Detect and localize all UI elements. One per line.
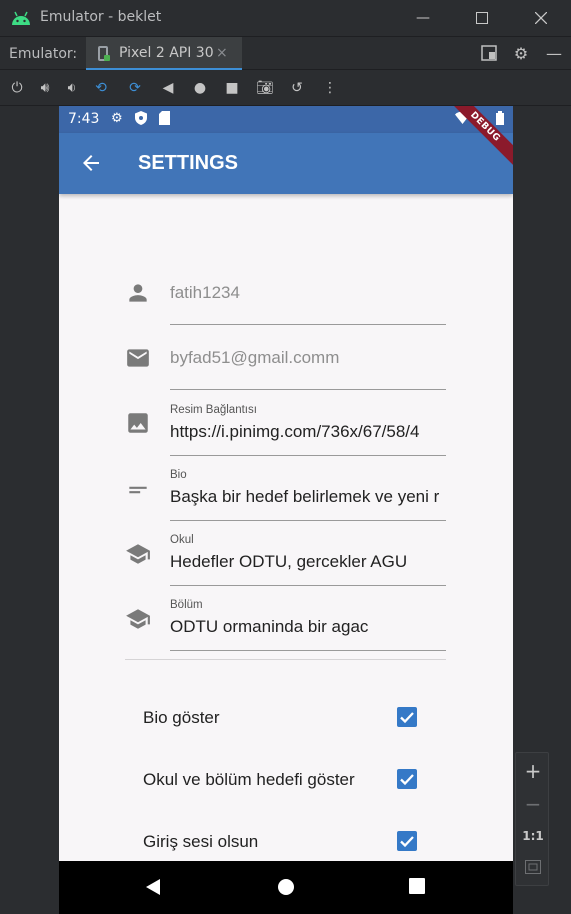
zoom-in-button[interactable]: +	[516, 759, 550, 783]
checkbox[interactable]	[397, 769, 417, 789]
one-to-one-button[interactable]: 1:1	[516, 829, 550, 843]
email-value: byfad51@gmail.comm	[170, 348, 340, 367]
android-nav-bar	[59, 861, 513, 914]
checkbox[interactable]	[397, 831, 417, 851]
image-link-label: Resim Bağlantısı	[170, 404, 257, 416]
hide-panel-icon[interactable]: —	[545, 45, 563, 63]
sdcard-status-icon	[159, 111, 170, 129]
nav-home-icon[interactable]	[277, 878, 295, 896]
checkbox[interactable]	[397, 707, 417, 727]
school-icon	[126, 544, 150, 564]
bio-label: Bio	[170, 469, 187, 481]
bio-underline	[170, 520, 446, 521]
username-underline	[170, 324, 446, 325]
option-okul-bolum-hedefi[interactable]: Okul ve bölüm hedefi göster	[125, 760, 446, 800]
volume-down-icon[interactable]: 🔉︎	[63, 79, 81, 97]
emulator-tabbar: Emulator: Pixel 2 API 30 × ⚙ —	[0, 36, 571, 71]
battery-status-icon	[496, 111, 504, 129]
option-label: Giriş sesi olsun	[143, 832, 259, 851]
window-titlebar: Emulator - beklet —	[0, 0, 571, 36]
option-bio-goster[interactable]: Bio göster	[125, 698, 446, 738]
email-field[interactable]: byfad51@gmail.comm	[125, 341, 446, 401]
minimize-icon[interactable]: —	[413, 8, 433, 28]
check-icon	[400, 774, 414, 786]
mail-icon	[127, 349, 149, 367]
check-icon	[400, 836, 414, 848]
image-link-field[interactable]: Resim Bağlantısı https://i.pinimg.com/73…	[125, 402, 446, 462]
school-value: Hedefler ODTU, gercekler AGU	[170, 552, 408, 571]
camera-icon[interactable]: 📷︎	[256, 79, 274, 97]
school-label: Okul	[170, 534, 194, 546]
zoom-panel: + − 1:1	[515, 752, 549, 886]
username-field[interactable]: fatih1234	[125, 276, 446, 336]
rotate-right-icon[interactable]: ⟳	[126, 79, 144, 97]
device-status-dot	[104, 55, 110, 61]
department-label: Bölüm	[170, 599, 203, 611]
school-field[interactable]: Okul Hedefler ODTU, gercekler AGU	[125, 532, 446, 592]
status-bar: 7:43 ⚙	[59, 106, 513, 133]
overview-icon[interactable]: ■	[223, 79, 241, 97]
tab-close-icon[interactable]: ×	[216, 45, 228, 61]
nav-overview-icon[interactable]	[409, 878, 425, 894]
arrow-back-icon[interactable]	[79, 151, 103, 175]
nav-back-icon[interactable]	[145, 878, 161, 896]
settings-status-icon: ⚙	[111, 111, 123, 126]
android-icon	[12, 11, 30, 25]
option-label: Okul ve bölüm hedefi göster	[143, 770, 355, 789]
fit-screen-icon[interactable]	[516, 859, 550, 878]
bio-value: Başka bir hedef belirlemek ve yeni r	[170, 487, 440, 506]
zoom-out-button[interactable]: −	[516, 792, 550, 816]
department-field[interactable]: Bölüm ODTU ormaninda bir agac	[125, 597, 446, 657]
back-icon[interactable]: ◀	[159, 79, 177, 97]
username-value: fatih1234	[170, 283, 240, 302]
tab-label: Pixel 2 API 30	[119, 45, 214, 61]
email-underline	[170, 389, 446, 390]
image-link-underline	[170, 455, 446, 456]
snapshot-icon[interactable]: ↺	[288, 79, 306, 97]
shield-status-icon	[135, 111, 147, 129]
home-icon[interactable]: ●	[191, 79, 209, 97]
tab-pixel-2-api-30[interactable]: Pixel 2 API 30 ×	[86, 37, 242, 71]
option-label: Bio göster	[143, 708, 220, 727]
bio-field[interactable]: Bio Başka bir hedef belirlemek ve yeni r	[125, 467, 446, 527]
phone-screen: 7:43 ⚙ SETTINGS DEBUG fatih1234 byfad51@…	[59, 106, 513, 914]
school-underline	[170, 585, 446, 586]
app-bar: SETTINGS	[59, 133, 513, 194]
emulator-toolbar: ⏻ 🔊︎ 🔉︎ ⟲ ⟳ ◀ ● ■ 📷︎ ↺ ⋮	[0, 70, 571, 106]
status-time: 7:43	[68, 111, 100, 127]
short-text-icon	[129, 486, 147, 494]
image-icon	[128, 413, 148, 433]
divider	[125, 659, 446, 660]
person-icon	[129, 284, 147, 302]
department-underline	[170, 650, 446, 651]
window-title: Emulator - beklet	[40, 9, 162, 25]
rotate-left-icon[interactable]: ⟲	[92, 79, 110, 97]
power-icon[interactable]: ⏻	[8, 79, 26, 97]
page-title: SETTINGS	[138, 152, 239, 174]
department-value: ODTU ormaninda bir agac	[170, 617, 369, 636]
close-icon[interactable]	[531, 8, 551, 28]
layout-icon[interactable]	[480, 45, 498, 63]
option-giris-sesi[interactable]: Giriş sesi olsun	[125, 822, 446, 862]
volume-up-icon[interactable]: 🔊︎	[36, 79, 54, 97]
school-icon	[126, 609, 150, 629]
check-icon	[400, 712, 414, 724]
emulator-label: Emulator:	[9, 46, 78, 62]
more-icon[interactable]: ⋮	[321, 79, 339, 97]
maximize-icon[interactable]	[472, 8, 492, 28]
gear-icon[interactable]: ⚙	[512, 45, 530, 63]
image-link-value: https://i.pinimg.com/736x/67/58/4	[170, 422, 420, 441]
